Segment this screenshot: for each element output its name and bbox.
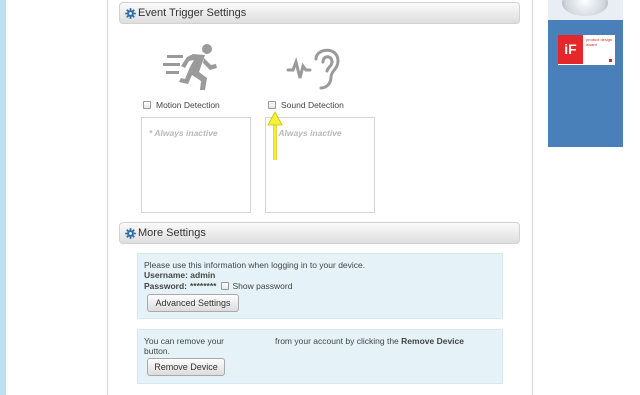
password-label: Password: [144,281,187,291]
username-text: Username: admin [144,270,216,280]
product-image [562,0,608,16]
remove-text-bold: Remove Device [401,336,464,346]
award-caption: product design award [586,37,613,47]
sound-detection-label: Sound Detection [281,100,344,110]
event-trigger-header: Event Trigger Settings [119,2,520,24]
remove-text-middle: from your account by clicking the [275,336,399,346]
ear-sound-icon [286,48,340,90]
password-value: ******** [190,281,217,291]
sound-detection-checkbox[interactable] [268,101,276,109]
award-logo: iF [558,35,583,64]
more-settings-header: More Settings [119,222,520,244]
award-dot [609,59,612,62]
login-info-panel: Please use this information when logging… [137,253,503,319]
gear-icon [125,8,136,19]
running-person-icon [163,44,217,90]
ad-product-strip [548,0,623,20]
yellow-arrow-icon [267,111,283,160]
design-award-badge: iF product design award [558,35,615,65]
motion-detection-label: Motion Detection [156,100,220,110]
more-settings-title: More Settings [138,227,206,239]
remove-device-button[interactable]: Remove Device [147,358,225,376]
password-row: Password: ******** Show password [144,281,292,292]
event-trigger-title: Event Trigger Settings [138,7,247,19]
motion-schedule-box: * Always inactive [141,117,251,213]
remove-text-start: You can remove your [144,336,225,346]
remove-text-end: button. [144,346,170,356]
sound-detection-row[interactable]: Sound Detection [268,100,344,110]
show-password-checkbox[interactable] [221,282,230,291]
gear-icon [125,228,136,239]
remove-text-middle-row: from your account by clicking the Remove… [275,336,464,347]
motion-detection-checkbox[interactable] [143,101,151,109]
advanced-settings-button[interactable]: Advanced Settings [147,294,239,312]
show-password-label: Show password [232,281,293,291]
remove-device-panel: You can remove your from your account by… [137,329,503,384]
ad-banner[interactable]: iF product design award [548,0,623,147]
login-hint-text: Please use this information when logging… [144,260,366,270]
left-divider [5,0,6,395]
motion-status-text: * Always inactive [149,128,218,138]
motion-detection-row[interactable]: Motion Detection [143,100,220,110]
